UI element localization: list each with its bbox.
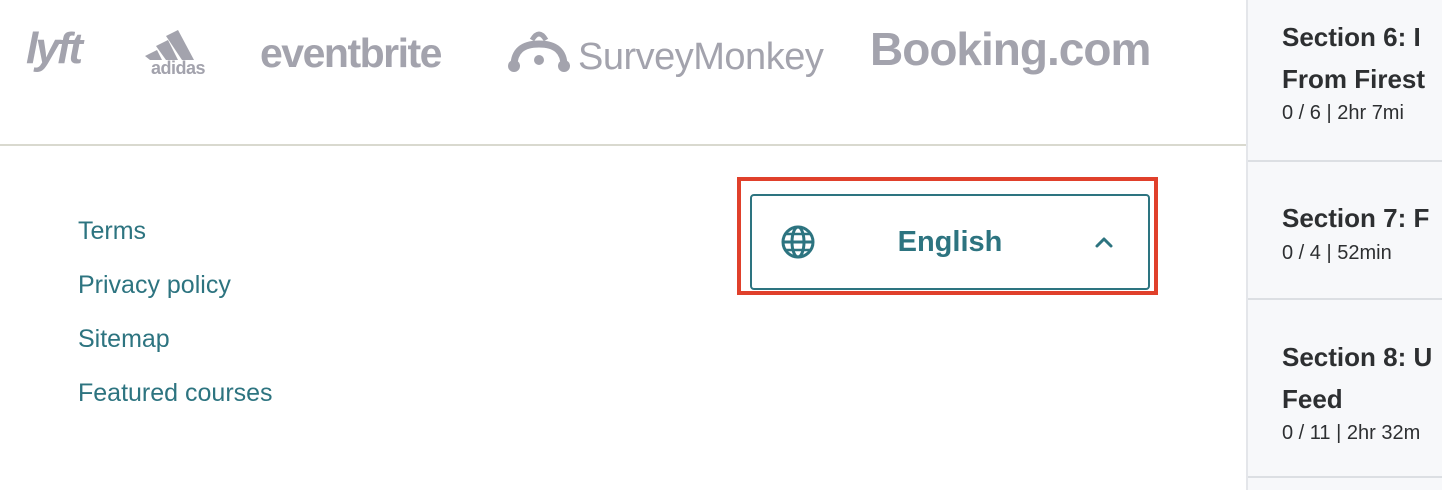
section-title-line: Feed bbox=[1282, 384, 1343, 414]
lyft-logo: lyft bbox=[26, 24, 83, 73]
section-title-line: Section 8: U bbox=[1282, 342, 1433, 372]
booking-logo: Booking.com bbox=[870, 23, 1151, 75]
monkey-icon bbox=[508, 31, 570, 72]
sitemap-link[interactable]: Sitemap bbox=[78, 312, 273, 366]
privacy-policy-link[interactable]: Privacy policy bbox=[78, 258, 273, 312]
footer-links: Terms Privacy policy Sitemap Featured co… bbox=[78, 204, 273, 420]
adidas-logo: adidas bbox=[140, 28, 216, 78]
section-progress: 0 / 6 | 2hr 7mi bbox=[1282, 102, 1404, 124]
course-sections-sidebar: Section 6: I From Firest 0 / 6 | 2hr 7mi… bbox=[1246, 0, 1442, 490]
featured-courses-link[interactable]: Featured courses bbox=[78, 366, 273, 420]
section-item-6[interactable]: Section 6: I From Firest 0 / 6 | 2hr 7mi bbox=[1248, 0, 1442, 162]
terms-link[interactable]: Terms bbox=[78, 204, 273, 258]
section-title-line: From Firest bbox=[1282, 64, 1426, 94]
section-title: Section 6: I From Firest bbox=[1282, 16, 1442, 100]
section-title: Section 7: F bbox=[1282, 203, 1430, 233]
section-progress: 0 / 11 | 2hr 32m bbox=[1282, 422, 1421, 444]
page: lyft adidas eventbrite SurveyMonkey Book… bbox=[0, 0, 1442, 490]
chevron-up-icon bbox=[1095, 237, 1113, 248]
section-item-7[interactable]: Section 7: F 0 / 4 | 52min bbox=[1248, 162, 1442, 300]
eventbrite-logo: eventbrite bbox=[260, 30, 442, 76]
trusted-by-logos: lyft adidas eventbrite SurveyMonkey Book… bbox=[0, 0, 1246, 146]
section-title-line: Section 6: I bbox=[1282, 22, 1421, 52]
main-content: lyft adidas eventbrite SurveyMonkey Book… bbox=[0, 0, 1246, 490]
section-title: Section 8: U Feed bbox=[1282, 336, 1442, 420]
language-selector-button[interactable]: English bbox=[750, 194, 1150, 290]
adidas-stripes-icon bbox=[145, 30, 194, 60]
section-item-8[interactable]: Section 8: U Feed 0 / 11 | 2hr 32m bbox=[1248, 300, 1442, 478]
language-label: English bbox=[897, 226, 1003, 258]
adidas-wordmark: adidas bbox=[150, 58, 206, 78]
section-progress: 0 / 4 | 52min bbox=[1282, 242, 1392, 264]
surveymonkey-wordmark: SurveyMonkey bbox=[578, 36, 824, 78]
